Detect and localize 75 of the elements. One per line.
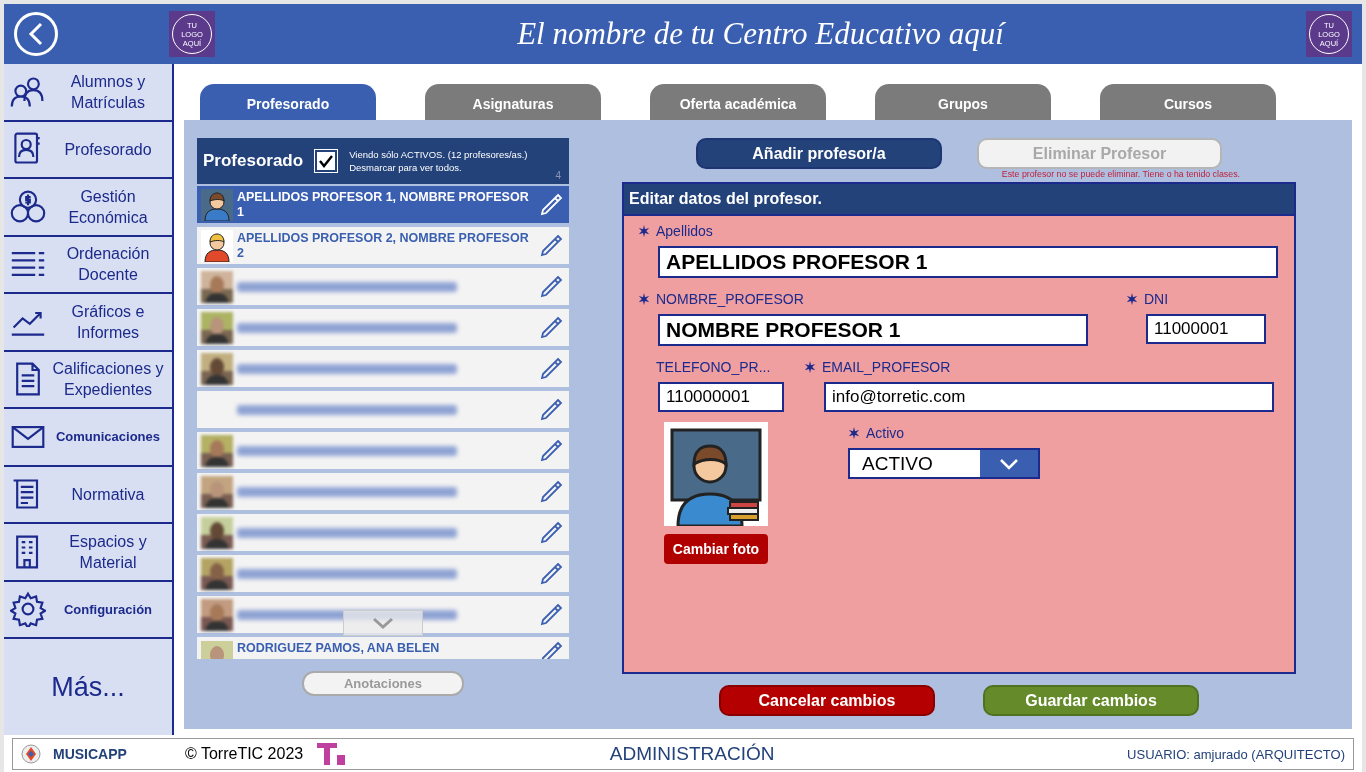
check-icon — [318, 154, 335, 168]
list-title: Profesorado — [203, 151, 304, 171]
teacher-row[interactable]: RODRIGUEZ PAMOS, ANA BELEN — [197, 637, 569, 659]
sidebar-item[interactable]: Ordenación Docente — [4, 236, 172, 294]
field-label: Apellidos — [656, 223, 713, 239]
text-field[interactable]: 110000001 — [658, 382, 784, 412]
pencil-icon[interactable] — [539, 233, 563, 258]
back-button[interactable] — [14, 12, 58, 56]
copyright-text: © TorreTIC 2023 — [185, 745, 304, 763]
teacher-row[interactable] — [197, 514, 569, 551]
school-title: El nombre de tu Centro Educativo aquí — [516, 16, 1007, 52]
teacher-row[interactable]: APELLIDOS PROFESOR 2, NOMBRE PROFESOR 2 — [197, 227, 569, 264]
card-title: Editar datos del profesor. — [624, 184, 1294, 216]
pencil-icon[interactable] — [539, 274, 563, 299]
pencil-icon[interactable] — [539, 315, 563, 340]
sidebar-item[interactable]: Profesorado — [4, 121, 172, 179]
tab[interactable]: Oferta académica — [650, 84, 826, 120]
chevron-down-icon — [999, 457, 1019, 470]
tab[interactable]: Profesorado — [200, 84, 376, 120]
pencil-icon[interactable] — [539, 520, 563, 545]
chevron-down-icon — [372, 617, 394, 629]
sidebar-item[interactable]: Normativa — [4, 466, 172, 524]
filter-note: Viendo sólo ACTIVOS. (12 profesores/as.) Desmarcar para ver todos. — [349, 148, 528, 174]
sidebar-item[interactable]: Gestión Económica — [4, 179, 172, 237]
teacher-icon — [201, 229, 233, 262]
pencil-icon[interactable] — [539, 192, 563, 217]
pencil-icon[interactable] — [539, 438, 563, 463]
status-dropdown[interactable]: ACTIVO — [848, 448, 1040, 479]
sidebar-item[interactable]: Gráficos e Informes — [4, 294, 172, 352]
teacher-row[interactable] — [197, 350, 569, 387]
text-field[interactable]: 11000001 — [1146, 314, 1266, 344]
tab[interactable]: Asignaturas — [425, 84, 601, 120]
teacher-row[interactable] — [197, 473, 569, 510]
sidebar-item[interactable]: Configuración — [4, 581, 172, 639]
teacher-row[interactable] — [197, 555, 569, 592]
teacher-row[interactable] — [197, 309, 569, 346]
sidebar-item[interactable]: Espacios y Material — [4, 524, 172, 582]
field-label: NOMBRE_PROFESOR — [656, 291, 804, 307]
app-name: MUSICAPP — [53, 746, 128, 762]
count-label: 4 — [555, 170, 561, 181]
more-link[interactable]: Más... — [4, 639, 172, 735]
sidebar-item[interactable]: Calificaciones y Expedientes — [4, 351, 172, 409]
pencil-icon[interactable] — [539, 641, 563, 659]
teacher-row[interactable] — [197, 432, 569, 469]
field-label: DNI — [1144, 291, 1169, 307]
field-label: TELEFONO_PR... — [656, 359, 771, 375]
field-label: EMAIL_PROFESOR — [822, 359, 951, 375]
sidebar-item[interactable]: Alumnos y Matrículas — [4, 64, 172, 122]
text-field[interactable]: NOMBRE PROFESOR 1 — [658, 314, 1088, 346]
brand-logo-icon — [315, 741, 348, 767]
app-logo-icon — [21, 744, 41, 764]
sidebar-item[interactable]: Comunicaciones — [4, 409, 172, 467]
warning-text: Este profesor no se puede eliminar. Tiene o ha tenido clases. — [1001, 169, 1240, 180]
add-teacher-button[interactable]: Añadir profesor/a — [696, 138, 942, 169]
pencil-icon[interactable] — [539, 397, 563, 422]
user-label: USUARIO: amjurado (ARQUITECTO) — [1127, 746, 1345, 762]
pencil-icon[interactable] — [539, 356, 563, 381]
save-button[interactable]: Guardar cambios — [983, 685, 1199, 716]
field-label: Activo — [866, 425, 905, 441]
teacher-row[interactable] — [197, 268, 569, 305]
active-checkbox[interactable] — [315, 150, 338, 172]
cancel-button[interactable]: Cancelar cambios — [719, 685, 935, 716]
teacher-row[interactable]: APELLIDOS PROFESOR 1, NOMBRE PROFESOR 1 — [197, 186, 569, 223]
sidebar-icon — [10, 188, 46, 225]
tab[interactable]: Grupos — [875, 84, 1051, 120]
text-field[interactable]: info@torretic.com — [824, 382, 1274, 412]
teacher-icon — [201, 188, 233, 221]
text-field[interactable]: APELLIDOS PROFESOR 1 — [658, 246, 1278, 278]
change-photo-button[interactable]: Cambiar foto — [664, 534, 768, 564]
pencil-icon[interactable] — [539, 479, 563, 504]
section-title: ADMINISTRACIÓN — [608, 743, 776, 765]
tab[interactable]: Cursos — [1100, 84, 1276, 120]
pencil-icon[interactable] — [539, 561, 563, 586]
pencil-icon[interactable] — [539, 602, 563, 627]
sidebar-icon — [10, 591, 46, 628]
